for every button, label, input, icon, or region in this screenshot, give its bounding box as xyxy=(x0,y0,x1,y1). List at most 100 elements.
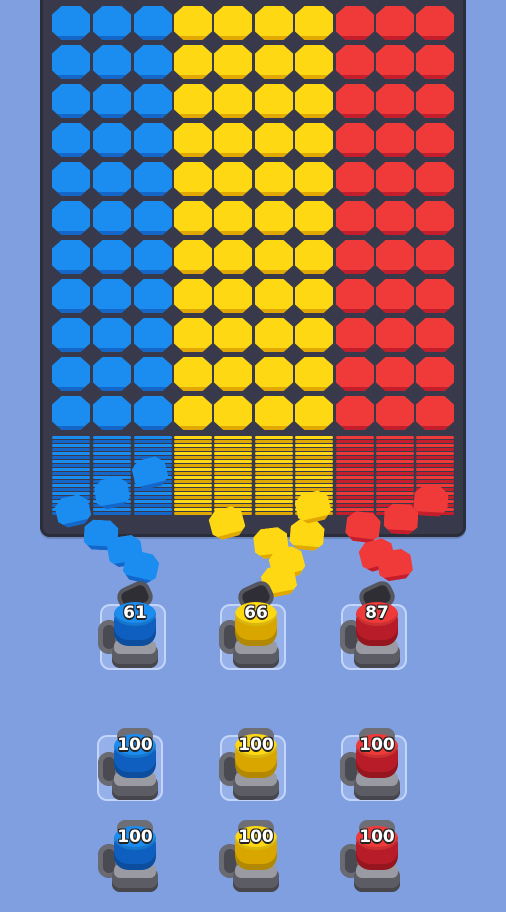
tile-stack-layer xyxy=(255,444,293,447)
tile-red xyxy=(336,201,374,235)
ammo-count: 100 xyxy=(238,735,274,755)
ammo-count: 100 xyxy=(359,827,395,847)
tile-blue xyxy=(52,162,90,196)
tile-yellow xyxy=(174,357,212,391)
tile-yellow xyxy=(295,123,333,157)
tile-red xyxy=(376,396,414,430)
tile-red xyxy=(336,240,374,274)
tile-yellow xyxy=(295,45,333,79)
tile-blue xyxy=(52,84,90,118)
tile-stack-layer xyxy=(295,464,333,467)
tile-stack-layer xyxy=(214,472,252,475)
tile-stack-layer xyxy=(376,472,414,475)
tile-stack-layer xyxy=(134,448,172,451)
tile-red xyxy=(336,357,374,391)
tile-blue xyxy=(93,279,131,313)
tile-red xyxy=(376,84,414,118)
tile-stack-layer xyxy=(174,472,212,475)
tile-stack-layer xyxy=(174,492,212,495)
tile-stack-layer xyxy=(174,480,212,483)
tile-stack-layer xyxy=(214,460,252,463)
tile-yellow xyxy=(255,396,293,430)
tile-blue xyxy=(134,240,172,274)
tile-blue xyxy=(134,396,172,430)
tile-stack-layer xyxy=(416,456,454,459)
tile-stack-layer xyxy=(255,496,293,499)
launcher-yellow[interactable]: 66 xyxy=(219,578,299,688)
tile-stack-layer xyxy=(214,484,252,487)
tile-stack-layer xyxy=(376,476,414,479)
tile-blue xyxy=(93,45,131,79)
launcher-red[interactable]: 87 xyxy=(340,578,420,688)
tile-yellow xyxy=(174,240,212,274)
tile-stack-layer xyxy=(93,436,131,439)
tile-stack-layer xyxy=(52,480,90,483)
tile-stack-layer xyxy=(93,512,131,515)
tile-red xyxy=(376,123,414,157)
tile-red xyxy=(336,45,374,79)
tile-stack-layer xyxy=(416,472,454,475)
tile-stack-layer xyxy=(416,468,454,471)
tile-red xyxy=(416,201,454,235)
tile-stack-layer xyxy=(134,508,172,511)
tile-stack-layer xyxy=(174,436,212,439)
tile-stack-layer xyxy=(376,492,414,495)
tile-stack-layer xyxy=(255,468,293,471)
tile-red xyxy=(336,318,374,352)
tile-stack-layer xyxy=(295,456,333,459)
tile-stack-layer xyxy=(336,500,374,503)
tile-stack-layer xyxy=(174,496,212,499)
tile-stack-layer xyxy=(255,440,293,443)
tile-blue xyxy=(93,6,131,40)
tile-red xyxy=(416,357,454,391)
tile-yellow xyxy=(214,123,252,157)
launcher-yellow[interactable]: 100 xyxy=(219,820,299,912)
tile-red xyxy=(416,318,454,352)
tile-stack-layer xyxy=(93,456,131,459)
ammo-count: 100 xyxy=(238,827,274,847)
tile-yellow xyxy=(174,6,212,40)
tile-stack-layer xyxy=(336,456,374,459)
tile-stack-layer xyxy=(174,444,212,447)
launcher-blue[interactable]: 61 xyxy=(98,578,178,688)
tile-stack-layer xyxy=(336,448,374,451)
tile-stack-layer xyxy=(416,476,454,479)
launcher-red[interactable]: 100 xyxy=(340,820,420,912)
tile-stack-layer xyxy=(52,444,90,447)
tile-blue xyxy=(93,123,131,157)
tile-stack-layer xyxy=(376,488,414,491)
tile-stack-layer xyxy=(336,468,374,471)
tile-stack-layer xyxy=(336,436,374,439)
tile-stack-layer xyxy=(93,472,131,475)
tile-stack-layer xyxy=(255,480,293,483)
tile-yellow xyxy=(255,123,293,157)
tile-blue xyxy=(52,6,90,40)
tile-stack-layer xyxy=(52,456,90,459)
tile-yellow xyxy=(295,162,333,196)
tile-stack-layer xyxy=(255,460,293,463)
tile-board xyxy=(40,0,466,537)
launcher-red[interactable]: 100 xyxy=(340,728,420,820)
tile-stack-layer xyxy=(93,452,131,455)
tile-stack-layer xyxy=(376,500,414,503)
tile-stack-layer xyxy=(52,472,90,475)
tile-blue xyxy=(52,240,90,274)
tile-stack-layer xyxy=(376,444,414,447)
tile-stack-layer xyxy=(416,460,454,463)
tile-red xyxy=(416,396,454,430)
tile-stack-layer xyxy=(214,504,252,507)
tile-stack-layer xyxy=(255,472,293,475)
tile-blue xyxy=(134,201,172,235)
tile-stack-layer xyxy=(134,496,172,499)
tile-red xyxy=(336,162,374,196)
launcher-yellow[interactable]: 100 xyxy=(219,728,299,820)
tile-yellow xyxy=(214,84,252,118)
tile-yellow xyxy=(295,279,333,313)
tile-red xyxy=(416,279,454,313)
tile-blue xyxy=(52,201,90,235)
tile-stack-layer xyxy=(376,452,414,455)
launcher-blue[interactable]: 100 xyxy=(98,820,178,912)
launcher-blue[interactable]: 100 xyxy=(98,728,178,820)
tile-yellow xyxy=(255,201,293,235)
tile-stack-layer xyxy=(52,492,90,495)
